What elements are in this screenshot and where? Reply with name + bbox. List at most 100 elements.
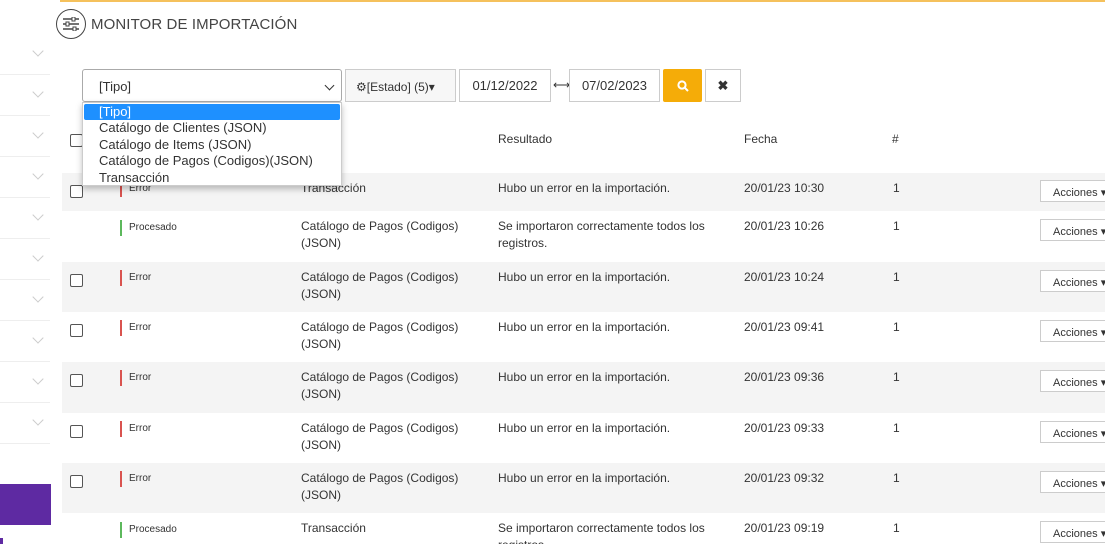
row-fecha: 20/01/23 09:36 — [744, 370, 825, 384]
status-badge: Error — [120, 320, 151, 336]
search-icon — [676, 79, 689, 92]
tipo-option[interactable]: Catálogo de Clientes (JSON) — [83, 120, 341, 136]
column-header-num: # — [892, 132, 899, 146]
status-badge: Error — [120, 421, 151, 437]
acciones-button[interactable]: Acciones ▾ — [1040, 370, 1105, 392]
row-checkbox[interactable] — [70, 374, 83, 387]
sidebar-active-block[interactable] — [0, 484, 51, 525]
row-num: 1 — [893, 181, 900, 195]
chevron-down-icon — [32, 250, 44, 262]
acciones-label: Acciones — [1053, 377, 1098, 389]
tipo-option[interactable]: [Tipo] — [84, 104, 340, 121]
chevron-down-icon — [32, 414, 44, 426]
top-accent-line — [60, 0, 1105, 2]
row-tipo: Catálogo de Pagos (Codigos) (JSON) — [301, 421, 459, 452]
chevron-down-icon — [32, 332, 44, 344]
row-tipo: Transacción — [301, 521, 366, 535]
sidebar-item[interactable] — [0, 75, 50, 116]
search-button[interactable] — [663, 69, 702, 102]
date-from-input[interactable]: 01/12/2022 — [459, 69, 551, 102]
acciones-button[interactable]: Acciones ▾ — [1040, 270, 1105, 292]
sidebar-item[interactable] — [0, 362, 50, 403]
table-row: Error Catálogo de Pagos (Codigos) (JSON)… — [62, 312, 1105, 362]
acciones-label: Acciones — [1053, 428, 1098, 440]
tipo-option[interactable]: Catálogo de Pagos (Codigos)(JSON) — [83, 153, 341, 169]
gear-icon: ⚙ — [356, 80, 367, 94]
row-fecha: 20/01/23 10:26 — [744, 219, 825, 233]
column-header-fecha: Fecha — [744, 132, 778, 146]
row-checkbox[interactable] — [70, 324, 83, 337]
acciones-label: Acciones — [1053, 528, 1098, 540]
chevron-down-icon — [32, 86, 44, 98]
acciones-label: Acciones — [1053, 478, 1098, 490]
row-num: 1 — [893, 320, 900, 334]
tipo-option[interactable]: Transacción — [83, 170, 341, 186]
chevron-down-icon — [32, 209, 44, 221]
row-resultado: Se importaron correctamente todos los re… — [498, 219, 705, 250]
status-badge: Procesado — [120, 522, 177, 538]
chevron-down-icon — [32, 45, 44, 57]
chevron-down-icon — [32, 168, 44, 180]
estado-filter-label: [Estado] (5) — [366, 80, 429, 94]
sidebar-item[interactable] — [0, 280, 50, 321]
acciones-label: Acciones — [1053, 226, 1098, 238]
acciones-button[interactable]: Acciones ▾ — [1040, 521, 1105, 543]
row-fecha: 20/01/23 09:41 — [744, 320, 825, 334]
row-checkbox[interactable] — [70, 185, 83, 198]
row-resultado: Hubo un error en la importación. — [498, 181, 671, 195]
acciones-button[interactable]: Acciones ▾ — [1040, 471, 1105, 493]
row-num: 1 — [893, 270, 900, 284]
sidebar-item[interactable] — [0, 239, 50, 280]
row-tipo: Catálogo de Pagos (Codigos) (JSON) — [301, 320, 459, 351]
sidebar-item[interactable] — [0, 198, 50, 239]
status-badge: Procesado — [120, 220, 177, 236]
row-num: 1 — [893, 370, 900, 384]
row-fecha: 20/01/23 09:19 — [744, 521, 825, 535]
chevron-down-icon — [324, 80, 335, 91]
row-fecha: 20/01/23 09:32 — [744, 471, 825, 485]
tipo-dropdown-list: [Tipo] Catálogo de Clientes (JSON) Catál… — [82, 102, 342, 186]
row-num: 1 — [893, 521, 900, 535]
tipo-select[interactable]: [Tipo] — [82, 69, 342, 102]
tipo-option[interactable]: Catálogo de Items (JSON) — [83, 137, 341, 153]
acciones-button[interactable]: Acciones ▾ — [1040, 320, 1105, 342]
row-resultado: Hubo un error en la importación. — [498, 270, 671, 284]
row-checkbox[interactable] — [70, 475, 83, 488]
row-fecha: 20/01/23 10:30 — [744, 181, 825, 195]
sidebar-item[interactable] — [0, 321, 50, 362]
row-resultado: Hubo un error en la importación. — [498, 471, 671, 485]
acciones-label: Acciones — [1053, 187, 1098, 199]
tipo-select-value: [Tipo] — [99, 79, 132, 94]
sidebar-item[interactable] — [0, 116, 50, 157]
row-fecha: 20/01/23 09:33 — [744, 421, 825, 435]
row-num: 1 — [893, 471, 900, 485]
table-row: Error Catálogo de Pagos (Codigos) (JSON)… — [62, 413, 1105, 463]
sidebar — [0, 0, 51, 544]
acciones-button[interactable]: Acciones ▾ — [1040, 421, 1105, 443]
caret-down-icon: ▾ — [428, 80, 435, 94]
acciones-label: Acciones — [1053, 327, 1098, 339]
chevron-down-icon — [32, 373, 44, 385]
status-badge: Error — [120, 370, 151, 386]
row-tipo: Catálogo de Pagos (Codigos) (JSON) — [301, 219, 459, 250]
column-header-resultado: Resultado — [498, 132, 553, 146]
table-row: Procesado Transacción Se importaron corr… — [62, 513, 1105, 544]
sidebar-item[interactable] — [0, 34, 50, 75]
sidebar-item[interactable] — [0, 157, 50, 198]
close-icon: ✖ — [717, 77, 729, 93]
row-checkbox[interactable] — [70, 425, 83, 438]
row-checkbox[interactable] — [70, 274, 83, 287]
row-num: 1 — [893, 219, 900, 233]
chevron-down-icon — [32, 291, 44, 303]
estado-filter-button[interactable]: ⚙[Estado] (5)▾ — [345, 69, 456, 102]
sidebar-item[interactable] — [0, 403, 50, 444]
row-resultado: Hubo un error en la importación. — [498, 320, 671, 334]
table-row: Error Catálogo de Pagos (Codigos)(JSON) … — [62, 463, 1105, 513]
acciones-button[interactable]: Acciones ▾ — [1040, 180, 1105, 202]
clear-filters-button[interactable]: ✖ — [705, 69, 741, 102]
row-resultado: Hubo un error en la importación. — [498, 421, 671, 435]
date-to-input[interactable]: 07/02/2023 — [569, 69, 660, 102]
status-badge: Error — [120, 270, 151, 286]
table-row: Error Catálogo de Pagos (Codigos)(JSON) … — [62, 362, 1105, 413]
acciones-button[interactable]: Acciones ▾ — [1040, 219, 1105, 241]
